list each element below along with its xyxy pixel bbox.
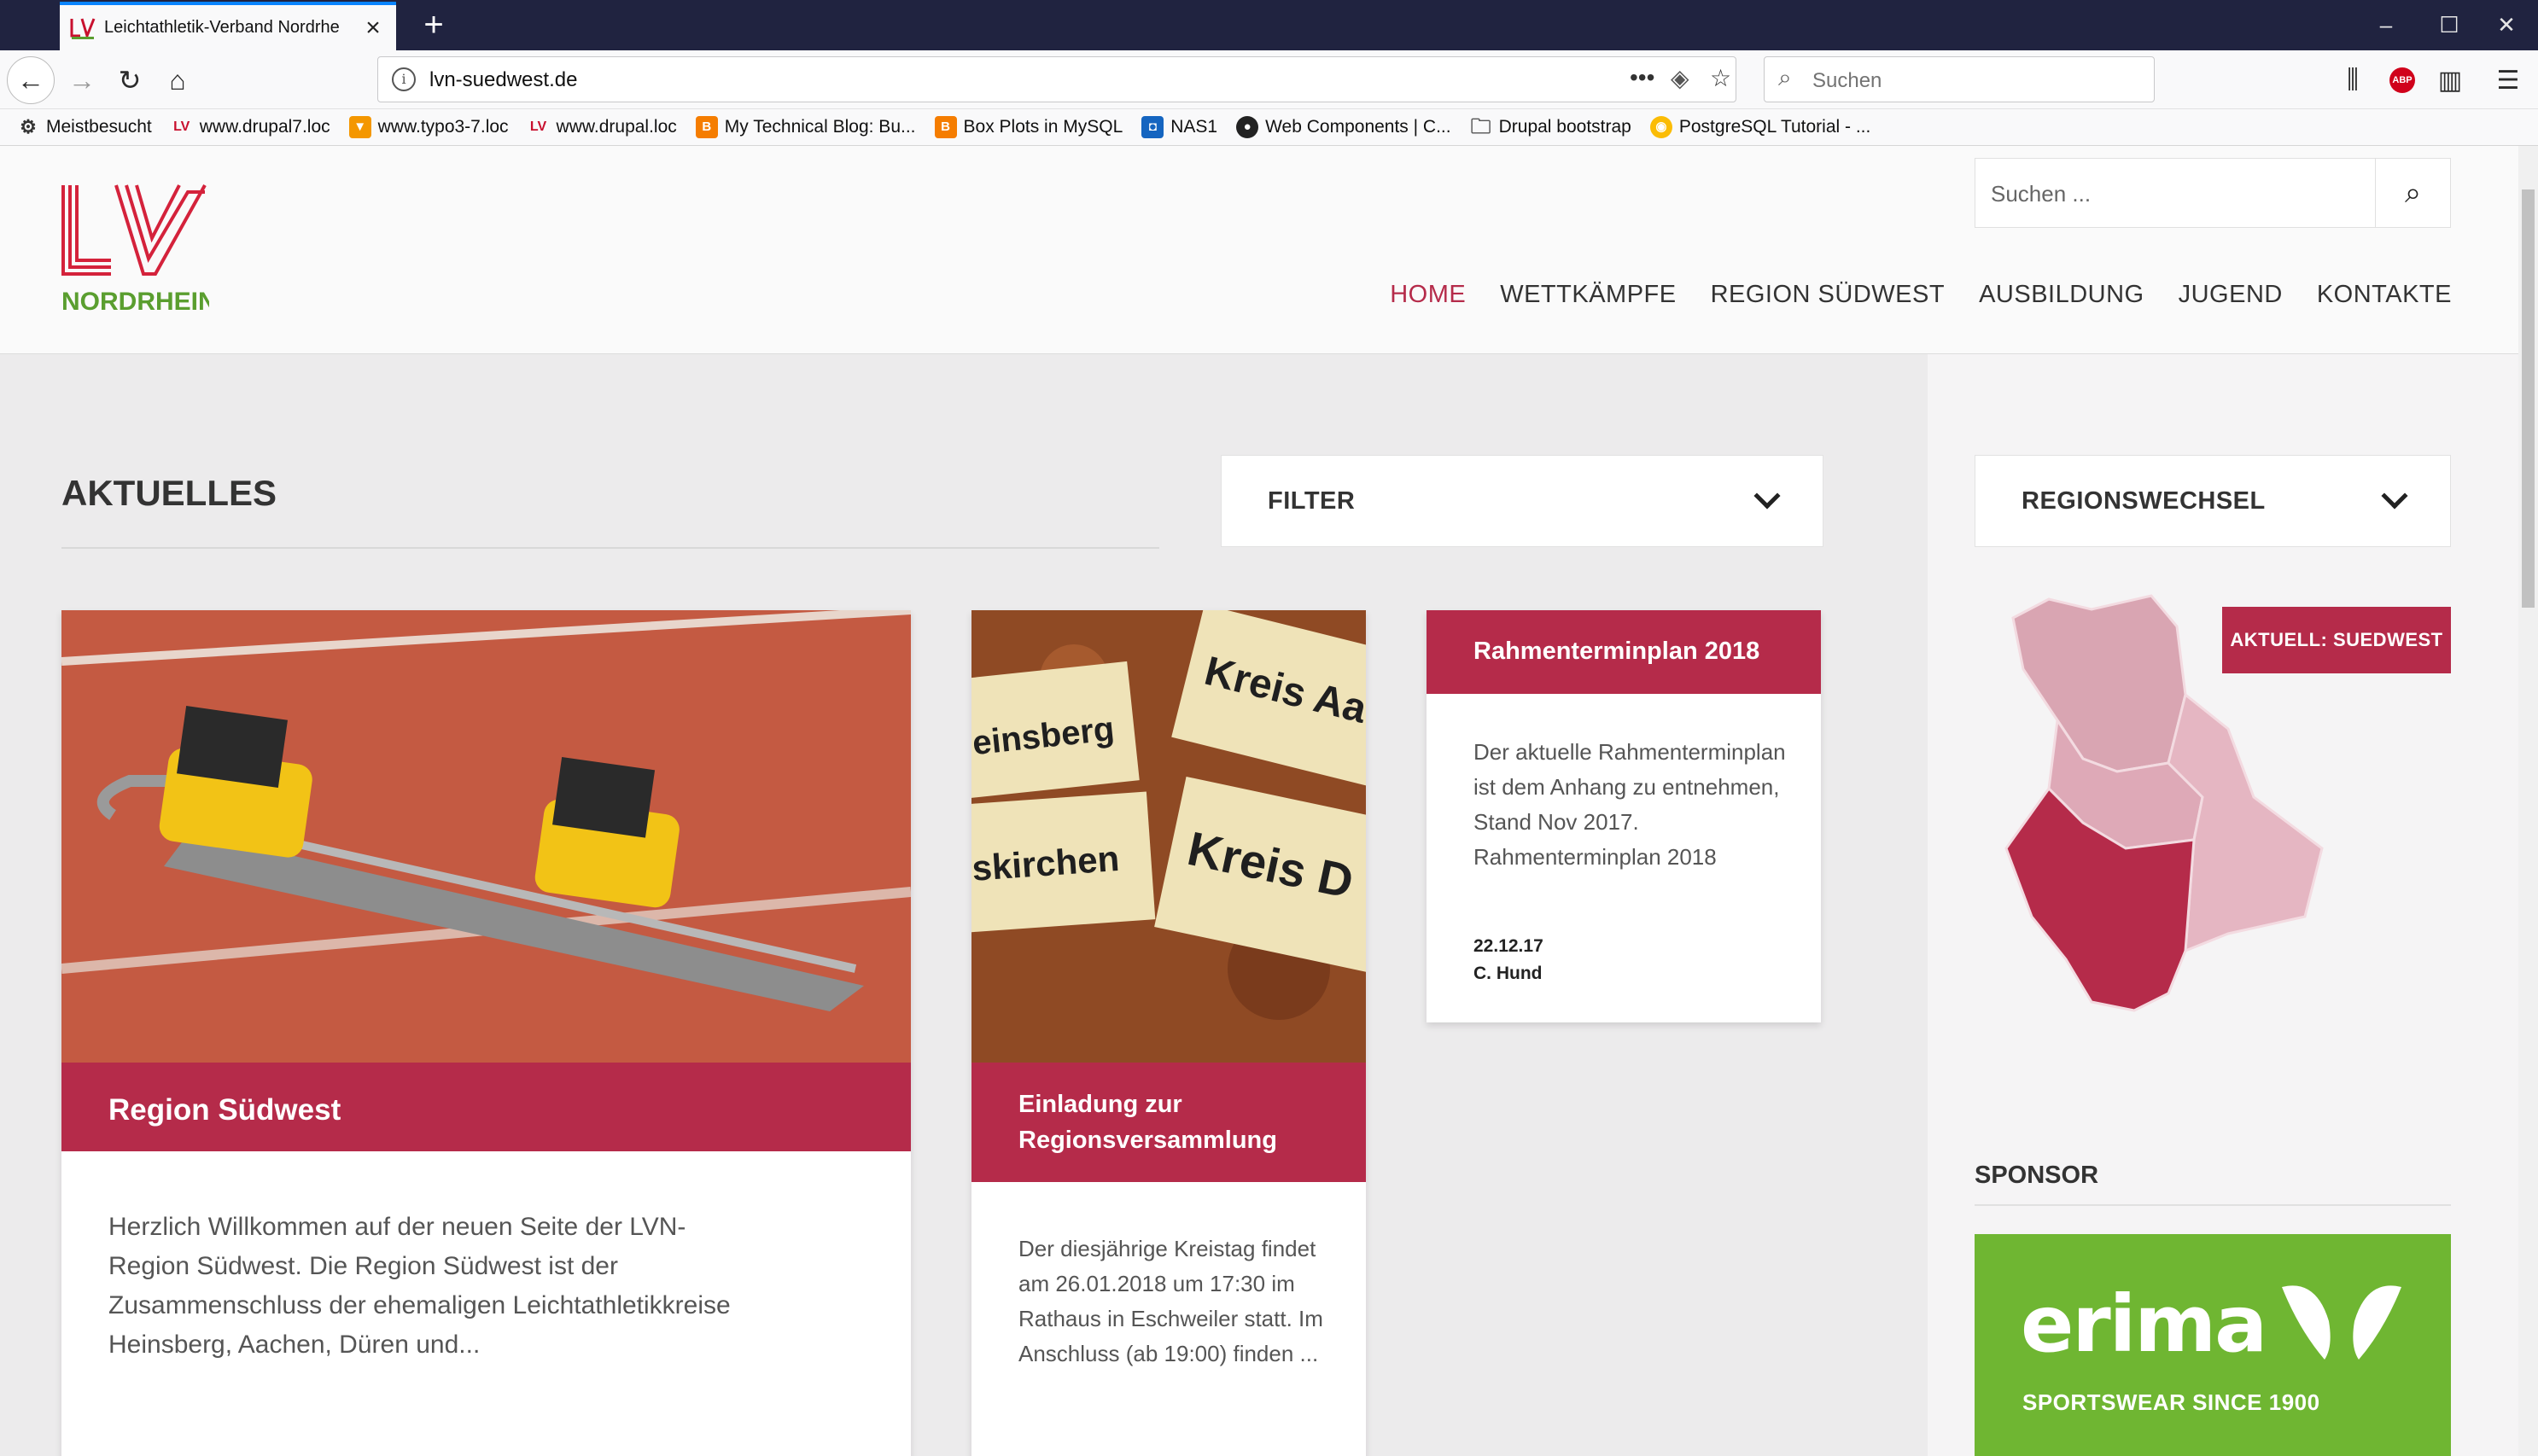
news-card[interactable]: Rahmenterminplan 2018 Der aktuelle Rahme… (1427, 610, 1821, 1022)
page-actions-icon[interactable]: ••• (1630, 64, 1654, 91)
bookmark-item[interactable]: B Box Plots in MySQL (934, 116, 1123, 138)
card-title[interactable]: Region Südwest (61, 1063, 911, 1151)
tab-title: Leichtathletik-Verband Nordrhe (104, 18, 340, 37)
chevron-down-icon (1753, 482, 1781, 510)
lv-favicon (70, 17, 96, 39)
lv-favicon-icon: LV (173, 119, 190, 134)
reload-icon[interactable]: ↻ (106, 56, 154, 104)
news-card[interactable]: einsberg Kreis Aa skirchen Kreis D Einla… (971, 610, 1366, 1456)
sponsor-tagline: SPORTSWEAR SINCE 1900 (2022, 1389, 2320, 1415)
browser-search-bar[interactable]: ⌕ Suchen (1764, 56, 2155, 102)
sidebar-icon[interactable]: ▥ (2426, 56, 2474, 104)
erima-wing-icon (2282, 1285, 2401, 1360)
pocket-icon[interactable]: ◈ (1671, 64, 1689, 92)
close-tab-icon[interactable]: × (360, 14, 386, 43)
site-search[interactable]: Suchen ... ⌕ (1975, 158, 2451, 228)
lv-favicon-icon: LV (529, 119, 547, 134)
divider (1975, 1204, 2451, 1206)
blogger-icon: B (934, 116, 957, 138)
nas-icon: ◘ (1141, 116, 1164, 138)
nav-item-home[interactable]: HOME (1390, 281, 1466, 318)
bookmark-item[interactable]: ◘ NAS1 (1141, 116, 1217, 138)
site-search-placeholder: Suchen ... (1991, 181, 2092, 207)
menu-icon[interactable]: ☰ (2484, 56, 2532, 104)
nav-item-jugend[interactable]: JUGEND (2179, 281, 2283, 318)
info-icon[interactable]: i (392, 67, 416, 91)
bookmark-item[interactable]: B My Technical Blog: Bu... (695, 116, 916, 138)
filter-label: FILTER (1268, 486, 1356, 515)
new-tab-button[interactable]: + (410, 3, 458, 46)
home-icon[interactable]: ⌂ (154, 56, 201, 104)
sponsor-logo: erima (2021, 1278, 2267, 1370)
card-title[interactable]: Rahmenterminplan 2018 (1427, 610, 1821, 694)
blogger-icon: B (695, 116, 718, 138)
url-text[interactable]: lvn-suedwest.de (429, 68, 577, 92)
starting-block-image (61, 610, 911, 1063)
card-title[interactable]: Einladung zur Regionsversammlung (971, 1063, 1366, 1182)
search-icon[interactable]: ⌕ (2375, 159, 2450, 227)
bookmark-item[interactable]: ◉ PostgreSQL Tutorial - ... (1649, 116, 1870, 138)
bookmark-item[interactable]: LV www.drupal.loc (528, 116, 677, 138)
name-signs-image: einsberg Kreis Aa skirchen Kreis D (971, 610, 1366, 1063)
bookmarks-bar: ⚙ Meistbesucht LV www.drupal7.loc ▼ www.typ… (0, 109, 2538, 146)
chrome-icon: ◉ (1649, 116, 1672, 138)
minimize-icon[interactable]: – (2354, 0, 2418, 50)
bookmark-item[interactable]: 🗀 Drupal bootstrap (1470, 116, 1631, 138)
region-switch-label: REGIONSWECHSEL (2022, 486, 2266, 515)
browser-tab[interactable]: Leichtathletik-Verband Nordrhe × (60, 2, 396, 50)
chevron-down-icon (2381, 482, 2408, 510)
card-text: Der aktuelle Rahmenterminplan ist dem An… (1473, 739, 1786, 870)
bookmark-item[interactable]: LV www.drupal7.loc (171, 116, 330, 138)
region-switch-dropdown[interactable]: REGIONSWECHSEL (1975, 455, 2451, 547)
maximize-icon[interactable]: ☐ (2418, 0, 2481, 50)
back-arrow-icon[interactable]: ← (7, 56, 55, 104)
bookmark-item[interactable]: ▼ www.typo3-7.loc (348, 116, 509, 138)
adblock-icon[interactable]: ABP (2378, 56, 2426, 104)
nav-item-ausbildung[interactable]: AUSBILDUNG (1979, 281, 2144, 318)
logo-text: NORDRHEIN (61, 288, 209, 316)
current-region-badge: AKTUELL: SUEDWEST (2222, 607, 2451, 673)
browser-search-placeholder: Suchen (1812, 69, 1882, 92)
main-navigation: HOME WETTKÄMPFE REGION SÜDWEST AUSBILDUN… (1390, 281, 2452, 318)
nav-item-region-suedwest[interactable]: REGION SÜDWEST (1711, 281, 1945, 318)
forward-arrow-icon[interactable]: → (58, 56, 106, 104)
url-bar[interactable]: i lvn-suedwest.de ••• ◈ ☆ (377, 56, 1736, 102)
web-page: NORDRHEIN Suchen ... ⌕ HOME WETTKÄMPFE R… (0, 146, 2518, 1456)
search-icon: ⌕ (1778, 64, 1792, 90)
gear-icon: ⚙ (20, 116, 37, 137)
browser-titlebar: Leichtathletik-Verband Nordrhe × + – ☐ ✕ (0, 0, 2538, 50)
region-heinsberg[interactable] (2011, 594, 2187, 773)
lvn-logo[interactable]: NORDRHEIN (60, 182, 209, 318)
section-heading: AKTUELLES (61, 473, 277, 513)
typo3-icon: ▼ (348, 116, 371, 138)
github-icon: ● (1236, 116, 1259, 138)
card-text: Der diesjährige Kreistag findet am 26.01… (1018, 1236, 1323, 1366)
news-card[interactable]: Region Südwest Herzlich Willkommen auf d… (61, 610, 911, 1456)
sponsor-heading: SPONSOR (1975, 1162, 2099, 1189)
sponsor-banner[interactable]: erima SPORTSWEAR SINCE 1900 (1975, 1234, 2451, 1456)
folder-icon: 🗀 (1470, 115, 1491, 138)
close-window-icon[interactable]: ✕ (2475, 0, 2538, 50)
card-text: Herzlich Willkommen auf der neuen Seite … (108, 1213, 731, 1359)
nav-item-kontakte[interactable]: KONTAKTE (2317, 281, 2452, 318)
scrollbar-thumb[interactable] (2522, 189, 2535, 608)
filter-dropdown[interactable]: FILTER (1221, 455, 1823, 547)
nav-item-wettkaempfe[interactable]: WETTKÄMPFE (1500, 281, 1676, 318)
card-date: 22.12.17 (1473, 936, 1543, 956)
divider (61, 547, 1159, 549)
bookmark-item[interactable]: ⚙ Meistbesucht (17, 116, 152, 138)
library-icon[interactable]: ⫼ (2329, 56, 2377, 104)
bookmark-item[interactable]: ● Web Components | C... (1236, 116, 1451, 138)
bookmark-star-icon[interactable]: ☆ (1710, 64, 1731, 92)
card-author: C. Hund (1473, 964, 1543, 983)
